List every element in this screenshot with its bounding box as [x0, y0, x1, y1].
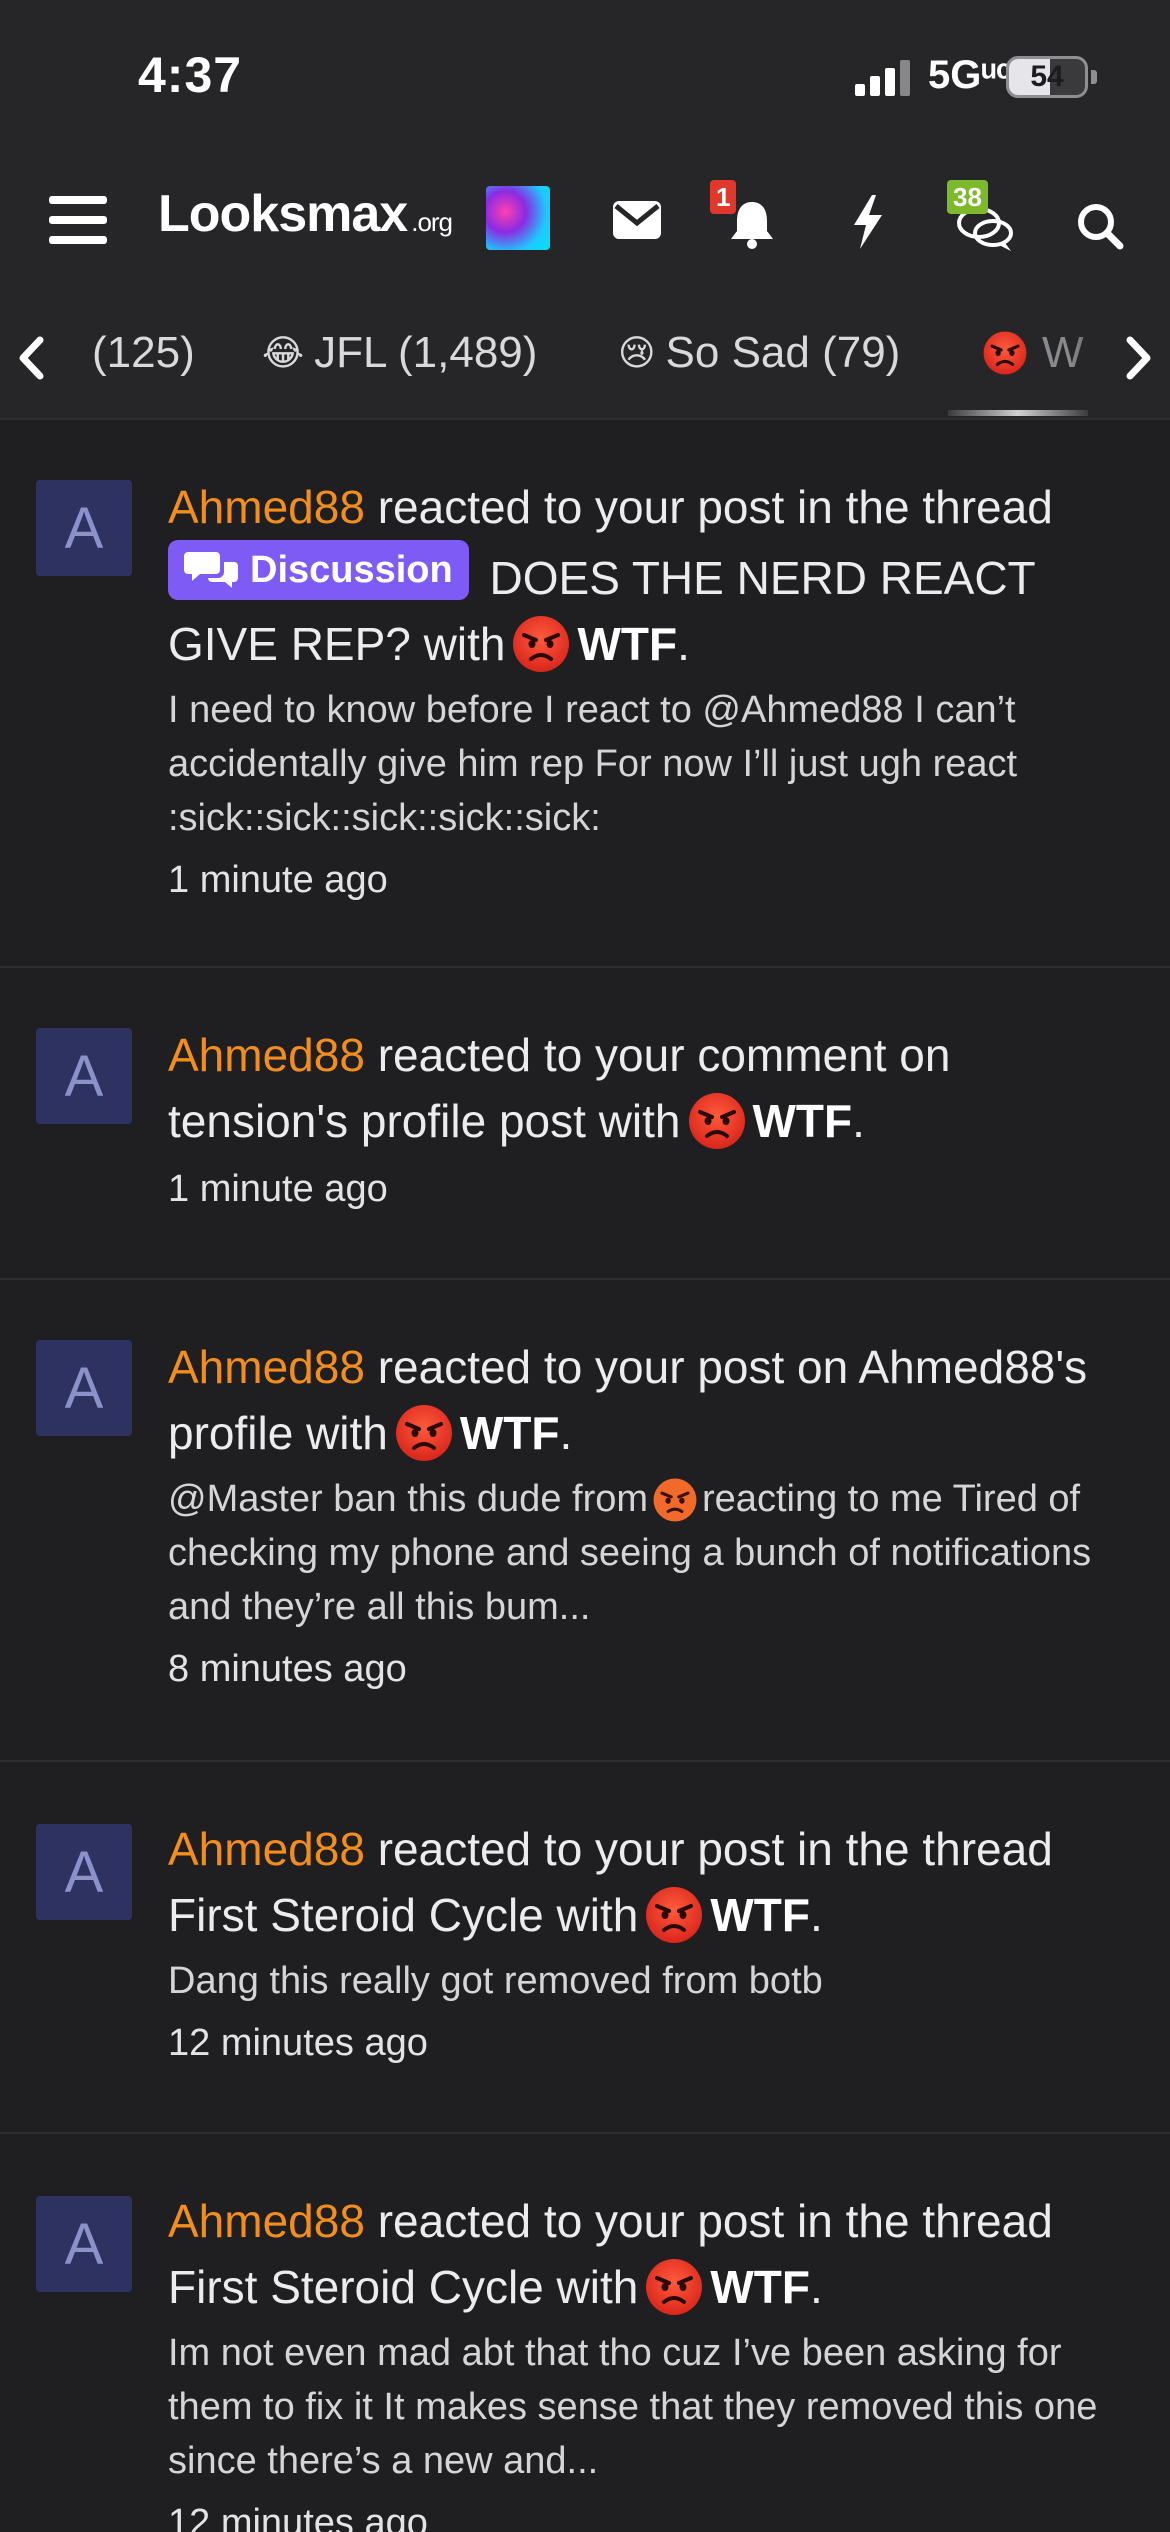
conversations-badge: 38: [947, 180, 988, 214]
menu-icon[interactable]: [40, 180, 116, 260]
timestamp: 12 minutes ago: [168, 2502, 428, 2532]
tab-label: (125): [92, 328, 195, 377]
reaction-tabs: (125) 😂 JFL (1,489) 😢 So Sad (79) W: [0, 298, 1170, 420]
notification-headline[interactable]: Ahmed88 reacted to your post in the thre…: [168, 474, 1136, 677]
tabs-next-button[interactable]: [1114, 330, 1164, 386]
battery-icon: 54: [1006, 56, 1088, 98]
chevron-left-icon: [19, 336, 44, 380]
post-snippet: @Master ban this dude from reacting to me…: [168, 1472, 1136, 1634]
username-link[interactable]: Ahmed88: [168, 1341, 365, 1393]
battery-level: 54: [1030, 60, 1064, 93]
timestamp: 1 minute ago: [168, 859, 388, 901]
notification-headline[interactable]: Ahmed88 reacted to your post on Ahmed88'…: [168, 1334, 1136, 1466]
notification-headline[interactable]: Ahmed88 reacted to your comment on tensi…: [168, 1022, 1136, 1154]
reaction-label: WTF: [752, 1095, 853, 1147]
network-label: 5Gᵘᶜ: [928, 53, 1012, 97]
username-link[interactable]: Ahmed88: [168, 2195, 365, 2247]
reaction-label: WTF: [577, 618, 678, 670]
with-text: with: [306, 1407, 388, 1459]
logo-text: Looksmax: [158, 185, 408, 243]
tab-wtf[interactable]: W: [982, 328, 1084, 378]
timestamp: 12 minutes ago: [168, 2022, 428, 2064]
username-link[interactable]: Ahmed88: [168, 1029, 365, 1081]
notification-headline[interactable]: Ahmed88 reacted to your post in the thre…: [168, 2188, 1136, 2320]
notification-headline[interactable]: Ahmed88 reacted to your post in the thre…: [168, 1816, 1136, 1948]
avatar[interactable]: A: [36, 1028, 132, 1124]
angry-icon: [644, 2257, 704, 2317]
angry-icon: [511, 614, 571, 674]
reaction-label: WTF: [459, 1407, 560, 1459]
post-snippet: Im not even mad abt that tho cuz I’ve be…: [168, 2332, 1098, 2482]
timestamp: 1 minute ago: [168, 1168, 388, 1210]
thread-prefix-badge: Discussion: [168, 540, 469, 600]
avatar[interactable]: A: [36, 2196, 132, 2292]
notification-item[interactable]: A Ahmed88 reacted to your comment on ten…: [0, 968, 1170, 1280]
logo-suffix: .org: [411, 207, 453, 237]
bolt-icon[interactable]: [842, 182, 892, 262]
reaction-label: WTF: [710, 1889, 810, 1941]
timestamp: 8 minutes ago: [168, 1648, 407, 1690]
notification-item[interactable]: A Ahmed88 reacted to your post in the th…: [0, 1762, 1170, 2134]
comments-icon: [184, 552, 238, 588]
joy-icon: 😂: [262, 332, 305, 373]
reaction-label: WTF: [710, 2261, 810, 2313]
tab-jfl[interactable]: 😂 JFL (1,489): [262, 328, 537, 378]
with-text: with: [423, 618, 506, 670]
avatar[interactable]: A: [36, 1340, 132, 1436]
active-tab-indicator: [948, 410, 1088, 416]
status-bar: 4:37 5Gᵘᶜ 54: [0, 0, 1170, 150]
search-icon[interactable]: [1072, 186, 1128, 266]
prefix-label: Discussion: [250, 549, 453, 591]
angry-icon: [982, 330, 1028, 376]
with-text: with: [556, 1889, 639, 1941]
chevron-right-icon: [1126, 336, 1151, 380]
tabs-prev-button[interactable]: [6, 330, 56, 386]
username-link[interactable]: Ahmed88: [168, 481, 365, 533]
angry-icon: [394, 1403, 454, 1463]
username-link[interactable]: Ahmed88: [168, 1823, 365, 1875]
snippet-part: @Master ban this dude from: [168, 1478, 649, 1520]
site-logo[interactable]: Looksmax .org: [158, 184, 453, 244]
angry-icon: [687, 1091, 747, 1151]
signal-icon: [855, 60, 911, 96]
notification-item[interactable]: A Ahmed88 reacted to your post in the th…: [0, 420, 1170, 968]
tab-label: JFL (1,489): [314, 328, 538, 377]
envelope-icon[interactable]: [606, 180, 668, 260]
tab-label: So Sad (79): [665, 328, 901, 377]
tab-all[interactable]: (125): [92, 328, 195, 378]
alerts-badge: 1: [710, 180, 737, 214]
sad-icon: 😢: [618, 332, 656, 373]
user-avatar[interactable]: [486, 186, 550, 250]
avatar[interactable]: A: [36, 480, 132, 576]
status-time: 4:37: [138, 47, 243, 103]
notification-item[interactable]: A Ahmed88 reacted to your post on Ahmed8…: [0, 1280, 1170, 1762]
action-text: reacted to your post in the thread: [377, 481, 1053, 533]
post-snippet: I need to know before I react to @Ahmed8…: [168, 689, 1018, 839]
with-text: with: [598, 1095, 681, 1147]
notification-item[interactable]: A Ahmed88 reacted to your post in the th…: [0, 2134, 1170, 2532]
battery-nub: [1091, 70, 1097, 84]
angry-face-icon: [652, 1477, 698, 1523]
avatar[interactable]: A: [36, 1824, 132, 1920]
angry-icon: [644, 1885, 704, 1945]
tab-so-sad[interactable]: 😢 So Sad (79): [618, 328, 900, 378]
post-snippet: Dang this really got removed from botb: [168, 1960, 823, 2002]
with-text: with: [556, 2261, 639, 2313]
